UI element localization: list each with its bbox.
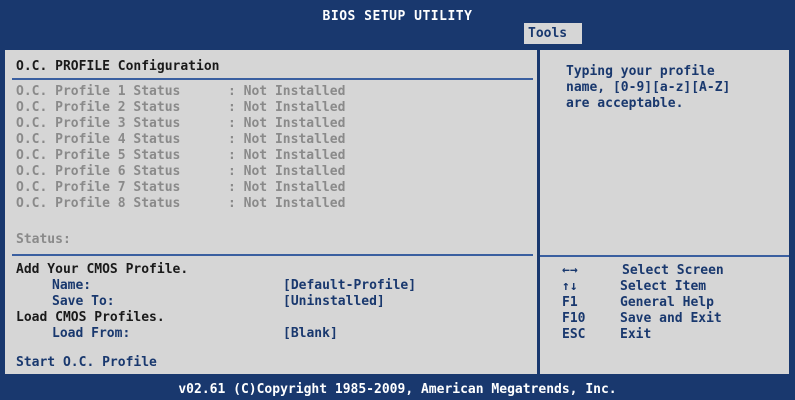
profile-8-status-label: O.C. Profile 8 Status [16,196,181,211]
key-help-desc: Select Item [620,279,707,294]
status-divider [12,254,533,256]
save-to-label[interactable]: Save To: [52,294,115,310]
key-help-key: F1 [562,295,578,310]
app-title: BIOS SETUP UTILITY [322,9,473,24]
start-oc-profile-button[interactable]: Start O.C. Profile [16,355,157,371]
save-to-select[interactable]: [Uninstalled] [283,294,385,310]
status-label: Status: [16,232,71,247]
help-text-line: Typing your profile [566,64,715,79]
add-profile-heading: Add Your CMOS Profile. [16,262,189,277]
profile-6-status-label: O.C. Profile 6 Status [16,164,181,179]
profile-name-field[interactable]: [Default-Profile] [283,278,416,294]
key-help-desc: Exit [620,327,652,342]
key-help-desc: Save and Exit [620,311,722,326]
profile-5-status-value: : Not Installed [228,148,346,163]
key-help-key: ESC [562,327,586,342]
profile-2-status-value: : Not Installed [228,100,346,115]
profile-5-status-label: O.C. Profile 5 Status [16,148,181,163]
load-profile-heading: Load CMOS Profiles. [16,310,165,325]
profile-8-status-value: : Not Installed [228,196,346,211]
profile-4-status-value: : Not Installed [228,132,346,147]
key-help-desc: Select Screen [622,263,724,278]
load-from-label[interactable]: Load From: [52,326,130,342]
left-right-arrows-icon: ←→ [562,263,578,278]
load-from-select[interactable]: [Blank] [283,326,338,342]
profile-3-status-value: : Not Installed [228,116,346,131]
profile-3-status-label: O.C. Profile 3 Status [16,116,181,131]
profile-1-status-label: O.C. Profile 1 Status [16,84,181,99]
profile-2-status-label: O.C. Profile 2 Status [16,100,181,115]
profile-7-status-value: : Not Installed [228,180,346,195]
profile-1-status-value: : Not Installed [228,84,346,99]
help-text-line: name, [0-9][a-z][A-Z] [566,80,731,95]
tab-tools[interactable]: Tools [524,23,582,44]
key-help-desc: General Help [620,295,714,310]
profile-4-status-label: O.C. Profile 4 Status [16,132,181,147]
up-down-arrows-icon: ↑↓ [562,279,578,294]
profile-name-label[interactable]: Name: [52,278,91,294]
help-divider [540,255,789,257]
profile-6-status-value: : Not Installed [228,164,346,179]
section-divider [12,78,533,80]
section-title: O.C. PROFILE Configuration [16,59,220,74]
help-text-line: are acceptable. [566,96,684,111]
copyright-footer: v02.61 (C)Copyright 1985-2009, American … [0,380,795,400]
profile-7-status-label: O.C. Profile 7 Status [16,180,181,195]
key-help-key: F10 [562,311,586,326]
title-bar: BIOS SETUP UTILITY Tools [0,0,795,44]
